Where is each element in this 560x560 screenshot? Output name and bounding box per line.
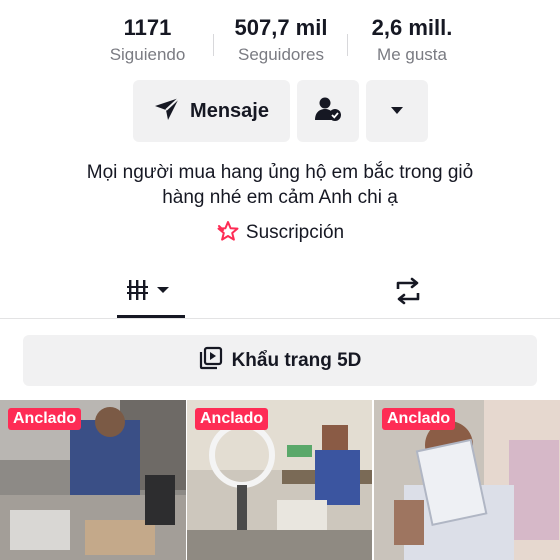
pinned-badge: Anclado [382, 408, 456, 430]
following-label: Siguiendo [109, 45, 186, 64]
more-options-button[interactable] [366, 80, 428, 142]
send-icon [154, 96, 180, 126]
followers-label: Seguidores [237, 45, 324, 64]
video-thumbnail[interactable]: Anclado [374, 400, 560, 560]
likes-stat[interactable]: 2,6 mill. Me gusta [360, 14, 464, 68]
user-check-icon [314, 96, 342, 127]
tabs-divider [0, 318, 560, 319]
likes-count: 2,6 mill. [371, 15, 453, 40]
subscription-label: Suscripción [245, 222, 345, 243]
subscription-link[interactable]: Suscripción [0, 220, 560, 246]
playlist-label: Khẩu trang 5D [231, 349, 362, 371]
following-stat[interactable]: 1171 Siguiendo [95, 14, 200, 68]
profile-bio: Mọi người mua hang ủng hộ em bắc trong g… [40, 160, 520, 210]
playlist-icon [199, 346, 223, 375]
message-button-label: Mensaje [190, 99, 269, 122]
repost-icon [392, 277, 424, 310]
tab-videos[interactable] [117, 268, 185, 318]
subscription-star-icon [216, 220, 240, 247]
caret-down-icon [390, 102, 404, 120]
pinned-badge: Anclado [195, 408, 269, 430]
friend-status-button[interactable] [297, 80, 359, 142]
followers-count: 507,7 mil [234, 15, 328, 40]
video-thumbnail[interactable]: Anclado [0, 400, 186, 560]
video-thumbnail[interactable]: Anclado [187, 400, 372, 560]
playlist-button[interactable]: Khẩu trang 5D [23, 335, 537, 386]
likes-label: Me gusta [377, 45, 447, 64]
stat-divider [213, 34, 214, 56]
following-count: 1171 [123, 15, 172, 40]
profile-stats: 1171 Siguiendo 507,7 mil Seguidores 2,6 … [0, 14, 560, 70]
bio-line-1: Mọi người mua hang ủng hộ em bắc trong g… [86, 162, 474, 183]
pinned-badge: Anclado [8, 408, 82, 430]
grid-icon [127, 278, 175, 309]
message-button[interactable]: Mensaje [133, 80, 290, 142]
bio-line-2: hàng nhé em cảm Anh chi ạ [162, 187, 398, 208]
stat-divider [347, 34, 348, 56]
tab-reposts[interactable] [376, 268, 440, 318]
followers-stat[interactable]: 507,7 mil Seguidores [222, 14, 340, 68]
